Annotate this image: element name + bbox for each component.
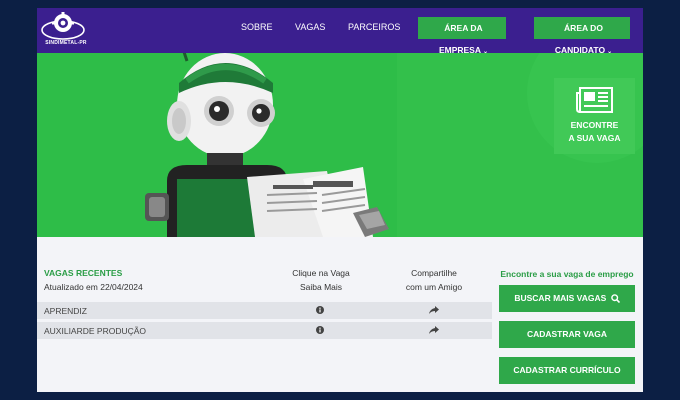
info-icon[interactable] — [316, 326, 324, 334]
logo-gear-icon — [41, 12, 85, 40]
recent-jobs-updated: Atualizado em 22/04/2024 — [44, 282, 143, 292]
nav-vagas[interactable]: VAGAS — [295, 22, 325, 32]
col-click-line-2: Saiba Mais — [299, 282, 343, 292]
site-logo[interactable]: SINDIMETAL-PR — [40, 10, 87, 50]
newspaper-icon — [576, 87, 613, 113]
col-share-line-1: Compartilhe — [411, 268, 457, 278]
candidate-area-button[interactable]: ÁREA DO CANDIDATO ⌄ — [534, 17, 630, 55]
logo-text: SINDIMETAL-PR — [45, 40, 87, 46]
robot-reading-newspaper-illustration — [145, 53, 389, 237]
site-header: SINDIMETAL-PR SOBRE VAGAS PARCEIROS ÁREA… — [37, 8, 643, 55]
job-name[interactable]: APRENDIZ — [44, 306, 87, 316]
info-icon[interactable] — [316, 306, 324, 314]
job-name[interactable]: AUXILIARDE PRODUÇÃO — [44, 326, 146, 336]
cta-title: Encontre a sua vaga de emprego — [500, 269, 634, 279]
search-more-jobs-label: BUSCAR MAIS VAGAS — [514, 293, 607, 303]
site-frame: SINDIMETAL-PR SOBRE VAGAS PARCEIROS ÁREA… — [37, 8, 643, 392]
company-area-button[interactable]: ÁREA DA EMPRESA ⌄ — [418, 17, 506, 55]
company-area-label: ÁREA DA EMPRESA — [438, 23, 483, 55]
job-row[interactable]: APRENDIZ — [37, 302, 492, 319]
col-click-line-1: Clique na Vaga — [292, 268, 350, 278]
share-icon[interactable] — [429, 326, 439, 334]
col-share-line-2: com um Amigo — [405, 282, 463, 292]
find-your-job-box[interactable]: ENCONTRE A SUA VAGA — [554, 78, 635, 154]
recent-jobs-section: VAGAS RECENTES Atualizado em 22/04/2024 … — [37, 237, 643, 392]
nav-sobre[interactable]: SOBRE — [241, 22, 273, 32]
find-line-2: A SUA VAGA — [568, 133, 621, 143]
share-icon[interactable] — [429, 306, 439, 314]
search-more-jobs-button[interactable]: BUSCAR MAIS VAGAS — [499, 285, 635, 312]
register-cv-button[interactable]: CADASTRAR CURRÍCULO — [499, 357, 635, 384]
recent-jobs-title: VAGAS RECENTES — [44, 268, 123, 278]
register-job-button[interactable]: CADASTRAR VAGA — [499, 321, 635, 348]
nav-parceiros[interactable]: PARCEIROS — [348, 22, 400, 32]
job-row[interactable]: AUXILIARDE PRODUÇÃO — [37, 322, 492, 339]
search-icon — [610, 294, 620, 304]
hero-banner: ENCONTRE A SUA VAGA — [37, 53, 643, 237]
candidate-area-label: ÁREA DO CANDIDATO — [554, 23, 606, 55]
find-line-1: ENCONTRE — [570, 120, 619, 130]
